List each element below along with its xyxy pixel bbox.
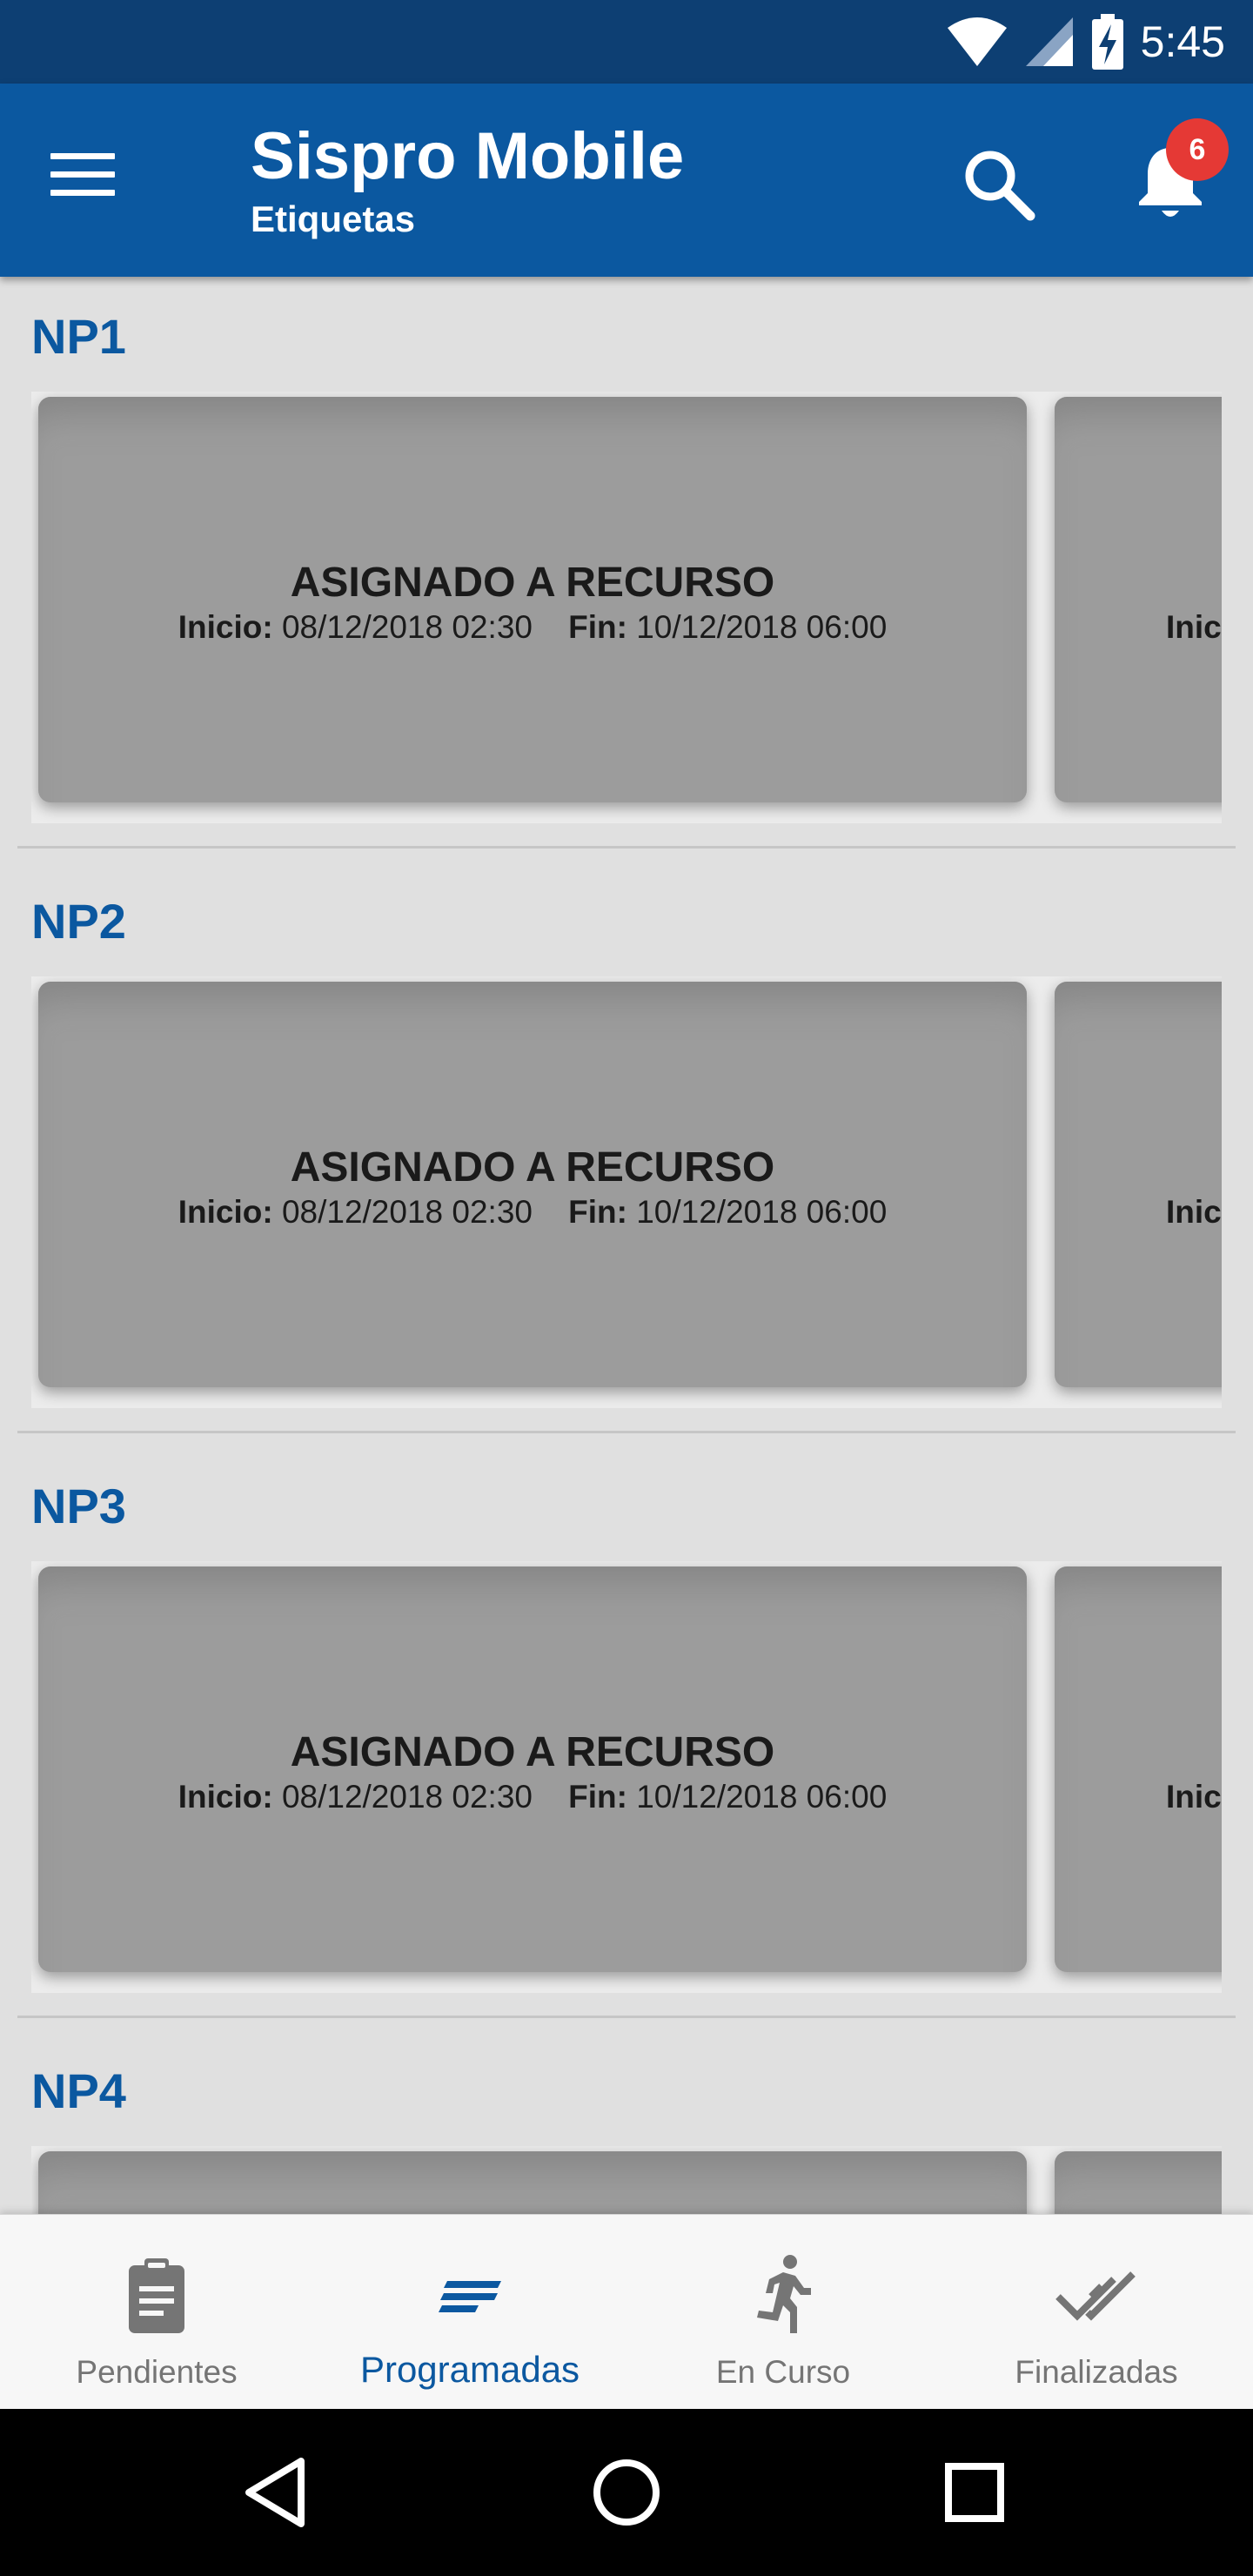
- menu-icon-line: [50, 153, 115, 159]
- running-person-icon: [757, 2255, 811, 2333]
- nav-label: Finalizadas: [1015, 2354, 1178, 2390]
- card-carousel[interactable]: ASIGNADO A RECURSO Inicio: 08/12/2018 02…: [31, 976, 1222, 1408]
- inicio-label: Inicio:: [178, 609, 273, 645]
- fin-label: Fin:: [568, 609, 627, 645]
- wifi-icon: [947, 17, 1007, 66]
- next-card-label: Inic: [1166, 609, 1222, 645]
- nav-en-curso[interactable]: En Curso: [626, 2215, 940, 2410]
- fin-label: Fin:: [568, 1779, 627, 1815]
- nav-finalizadas[interactable]: Finalizadas: [940, 2215, 1253, 2410]
- fin-label: Fin:: [568, 1194, 627, 1230]
- order-card[interactable]: ASIGNADO A RECURSO Inicio: 08/12/2018 02…: [38, 982, 1027, 1387]
- order-card-next[interactable]: [1055, 2151, 1222, 2214]
- section-title: NP3: [31, 1479, 126, 1533]
- next-card-label: Inic: [1166, 1194, 1222, 1230]
- order-card[interactable]: [38, 2151, 1027, 2214]
- menu-icon-line: [50, 171, 115, 178]
- divider: [17, 1431, 1236, 1433]
- section-np1: NP1 ASIGNADO A RECURSO Inicio: 08/12/201…: [0, 277, 1253, 862]
- battery-charging-icon: [1091, 14, 1123, 70]
- order-card[interactable]: ASIGNADO A RECURSO Inicio: 08/12/2018 02…: [38, 1566, 1027, 1972]
- card-status: ASIGNADO A RECURSO: [290, 1144, 775, 1191]
- fin-value: 10/12/2018 06:00: [636, 1779, 888, 1815]
- order-card-next[interactable]: Inic: [1055, 397, 1222, 802]
- clipboard-icon: [129, 2258, 184, 2333]
- back-icon[interactable]: [235, 2449, 322, 2536]
- inicio-value: 08/12/2018 02:30: [281, 1779, 533, 1815]
- fin-value: 10/12/2018 06:00: [636, 609, 888, 645]
- card-carousel[interactable]: ASIGNADO A RECURSO Inicio: 08/12/2018 02…: [31, 392, 1222, 823]
- sort-lines-icon: [439, 2281, 501, 2312]
- card-carousel[interactable]: ASIGNADO A RECURSO Inicio: 08/12/2018 02…: [31, 1561, 1222, 1993]
- app-subtitle: Etiquetas: [251, 198, 416, 239]
- divider: [17, 2016, 1236, 2018]
- system-navigation-bar: [0, 2409, 1253, 2576]
- section-title: NP4: [31, 2063, 126, 2118]
- bottom-navigation: Pendientes Programadas En Curso Finaliza…: [0, 2214, 1253, 2409]
- order-card[interactable]: ASIGNADO A RECURSO Inicio: 08/12/2018 02…: [38, 397, 1027, 802]
- home-icon[interactable]: [583, 2449, 670, 2536]
- app-title: Sispro Mobile: [251, 119, 685, 193]
- status-time: 5:45: [1140, 17, 1225, 66]
- card-carousel[interactable]: [31, 2146, 1222, 2214]
- card-dates: Inicio: 08/12/2018 02:30 Fin: 10/12/2018…: [38, 1194, 1027, 1231]
- section-np4: NP4: [0, 2031, 1253, 2214]
- section-np3: NP3 ASIGNADO A RECURSO Inicio: 08/12/201…: [0, 1446, 1253, 2031]
- divider: [17, 846, 1236, 849]
- menu-button[interactable]: [50, 144, 134, 214]
- nav-pendientes[interactable]: Pendientes: [0, 2215, 313, 2410]
- double-check-icon: [1055, 2271, 1136, 2321]
- card-status: ASIGNADO A RECURSO: [290, 1729, 775, 1775]
- content-list: NP1 ASIGNADO A RECURSO Inicio: 08/12/201…: [0, 277, 1253, 2214]
- inicio-value: 08/12/2018 02:30: [281, 609, 533, 645]
- inicio-label: Inicio:: [178, 1194, 273, 1230]
- status-bar: 5:45: [0, 0, 1253, 84]
- section-np2: NP2 ASIGNADO A RECURSO Inicio: 08/12/201…: [0, 862, 1253, 1446]
- order-card-next[interactable]: Inic: [1055, 1566, 1222, 1972]
- section-title: NP1: [31, 309, 126, 364]
- notification-badge: 6: [1166, 118, 1229, 181]
- nav-label: Programadas: [359, 2349, 580, 2390]
- signal-icon: [1025, 17, 1073, 66]
- next-card-label: Inic: [1166, 1779, 1222, 1815]
- card-status: ASIGNADO A RECURSO: [290, 560, 775, 606]
- order-card-next[interactable]: Inic: [1055, 982, 1222, 1387]
- search-icon[interactable]: [957, 143, 1041, 226]
- card-dates: Inicio: 08/12/2018 02:30 Fin: 10/12/2018…: [38, 1779, 1027, 1815]
- section-title: NP2: [31, 894, 126, 949]
- inicio-value: 08/12/2018 02:30: [281, 1194, 533, 1230]
- status-icons: 5:45: [946, 12, 1225, 71]
- nav-label: Pendientes: [76, 2354, 238, 2390]
- app-bar: Sispro Mobile Etiquetas: [0, 84, 1253, 277]
- nav-label: En Curso: [715, 2354, 851, 2390]
- fin-value: 10/12/2018 06:00: [636, 1194, 888, 1230]
- nav-programadas[interactable]: Programadas: [313, 2215, 626, 2410]
- inicio-label: Inicio:: [178, 1779, 273, 1815]
- card-dates: Inicio: 08/12/2018 02:30 Fin: 10/12/2018…: [38, 609, 1027, 646]
- recents-icon[interactable]: [931, 2449, 1018, 2536]
- menu-icon-line: [50, 190, 115, 196]
